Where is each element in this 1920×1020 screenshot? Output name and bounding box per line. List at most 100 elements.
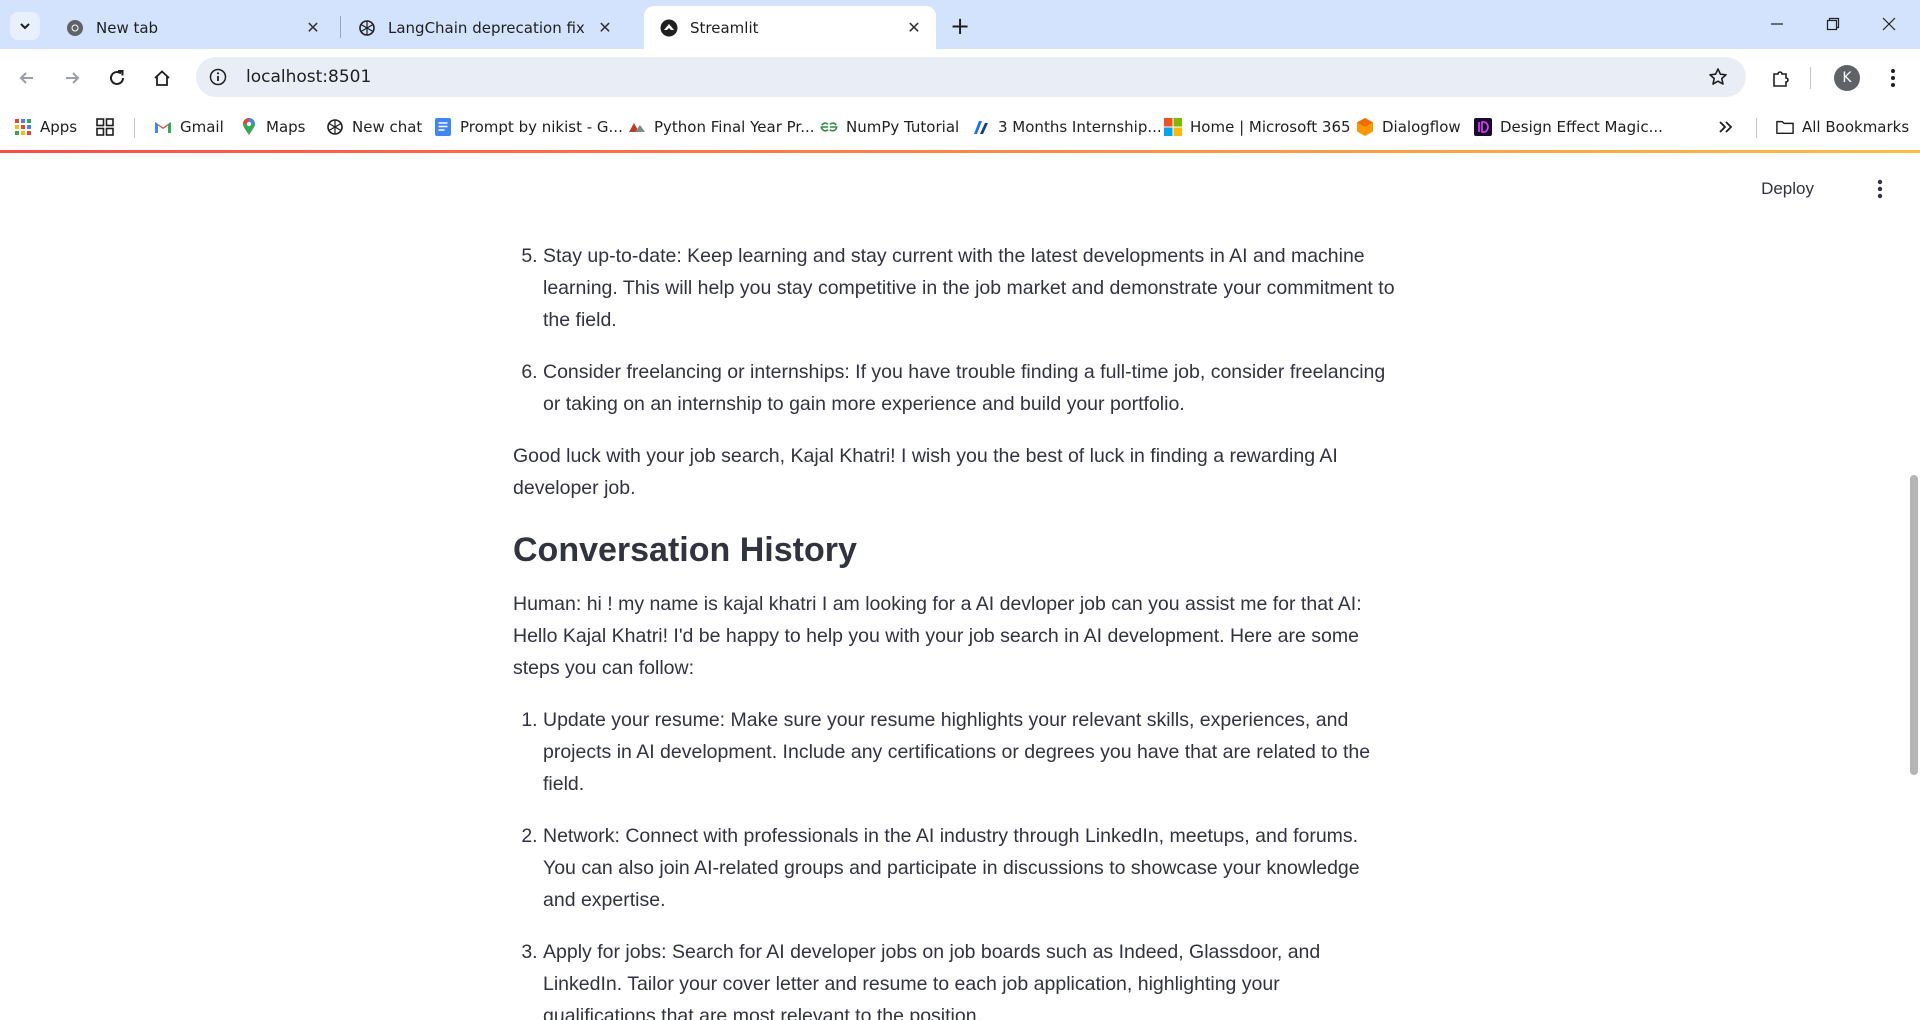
tab-label: New tab (96, 18, 159, 37)
python-project-icon (628, 118, 646, 136)
chevron-down-icon (20, 23, 30, 30)
bookmark-apps[interactable]: Apps (14, 114, 77, 140)
openai-icon (326, 118, 344, 136)
tab-strip: New tab ✕ LangChain deprecation fix ✕ St… (0, 0, 1920, 49)
toolbar-divider (1810, 67, 1811, 89)
bookmark-label: Maps (266, 118, 306, 136)
browser-menu-button[interactable] (1876, 61, 1910, 95)
bookmark-dialogflow[interactable]: Dialogflow (1356, 114, 1461, 140)
close-icon[interactable]: ✕ (593, 16, 617, 40)
close-icon[interactable]: ✕ (902, 16, 926, 40)
tab-langchain[interactable]: LangChain deprecation fix ✕ (342, 6, 627, 49)
tab-label: Streamlit (690, 18, 759, 37)
home-button[interactable] (145, 61, 179, 95)
internship-icon (972, 118, 990, 136)
tab-search-button[interactable] (10, 12, 40, 40)
bookmark-numpy-tutorial[interactable]: NumPy Tutorial (820, 114, 959, 140)
bookmark-label: Python Final Year Pr... (654, 118, 815, 136)
list-item: Apply for jobs: Search for AI developer … (543, 936, 1395, 1020)
bookmark-maps[interactable]: Maps (240, 114, 305, 140)
bookmark-star-icon[interactable] (1706, 65, 1730, 89)
conversation-history-heading: Conversation History (513, 531, 857, 569)
closing-paragraph: Good luck with your job search, Kajal Kh… (513, 445, 1338, 499)
bookmarks-bar: Apps Gmail Maps New chat Prompt by nikis… (0, 106, 1920, 148)
bookmark-label: 3 Months Internship... (998, 118, 1162, 136)
close-icon[interactable]: ✕ (301, 16, 325, 40)
kebab-menu-icon (1891, 69, 1895, 87)
bookmark-separator (1756, 118, 1757, 138)
gmail-icon (154, 118, 172, 136)
restore-icon (1826, 17, 1840, 31)
apps-grid-icon (14, 118, 32, 136)
design-effect-icon (1474, 118, 1492, 136)
tab-new-tab[interactable]: New tab ✕ (50, 6, 335, 49)
microsoft-icon (1164, 118, 1182, 136)
tab-streamlit[interactable]: Streamlit ✕ (644, 6, 936, 49)
bookmark-label: All Bookmarks (1802, 118, 1910, 136)
minimize-icon (1771, 23, 1783, 25)
response-steps-list: Stay up-to-date: Keep learning and stay … (513, 240, 1395, 420)
bookmark-separator (134, 118, 135, 138)
bookmark-design-effect[interactable]: Design Effect Magic... (1474, 114, 1663, 140)
bookmark-tab-groups[interactable] (96, 114, 122, 140)
puzzle-icon (1773, 71, 1789, 87)
all-bookmarks-button[interactable]: All Bookmarks (1776, 114, 1909, 140)
home-icon (154, 70, 170, 86)
page-scrollbar[interactable] (1910, 475, 1918, 775)
arrow-left-icon (19, 72, 33, 84)
restore-button[interactable] (1810, 8, 1856, 40)
tab-groups-icon (96, 118, 114, 136)
maps-icon (240, 118, 258, 136)
plus-icon: + (949, 12, 971, 40)
window-close-button[interactable] (1866, 8, 1912, 40)
bookmark-label: Home | Microsoft 365 (1190, 118, 1351, 136)
bookmark-label: Gmail (180, 118, 224, 136)
list-item: Stay up-to-date: Keep learning and stay … (543, 240, 1395, 336)
bookmark-gmail[interactable]: Gmail (154, 114, 224, 140)
bookmark-python-project[interactable]: Python Final Year Pr... (628, 114, 815, 140)
extensions-button[interactable] (1764, 61, 1798, 95)
geeksforgeeks-icon (820, 118, 838, 136)
site-info-icon[interactable] (206, 65, 230, 89)
forward-button[interactable] (55, 61, 89, 95)
bookmark-label: NumPy Tutorial (846, 118, 960, 136)
folder-icon (1776, 118, 1794, 136)
reload-icon (110, 70, 124, 85)
deploy-button[interactable]: Deploy (1761, 179, 1814, 199)
arrow-right-icon (66, 72, 80, 84)
chrome-icon (66, 19, 84, 37)
profile-button[interactable]: K (1830, 61, 1864, 95)
dialogflow-icon (1356, 118, 1374, 136)
kebab-menu-icon (1877, 179, 1883, 199)
list-item: Update your resume: Make sure your resum… (543, 704, 1395, 800)
new-tab-button[interactable]: + (946, 12, 974, 40)
bookmark-label: New chat (352, 118, 423, 136)
history-steps-list: Update your resume: Make sure your resum… (513, 704, 1395, 1020)
list-item: Network: Connect with professionals in t… (543, 820, 1395, 916)
openai-icon (358, 19, 376, 37)
list-item: Consider freelancing or internships: If … (543, 356, 1395, 420)
url-text: localhost:8501 (246, 67, 372, 87)
bookmark-internship[interactable]: 3 Months Internship... (972, 114, 1162, 140)
docs-icon (434, 118, 452, 136)
app-menu-button[interactable] (1870, 177, 1890, 201)
bookmark-label: Dialogflow (1382, 118, 1461, 136)
bookmarks-overflow-button[interactable] (1718, 114, 1734, 140)
browser-toolbar: localhost:8501 K (0, 49, 1920, 106)
bookmark-microsoft-365[interactable]: Home | Microsoft 365 (1164, 114, 1351, 140)
bookmark-label: Design Effect Magic... (1500, 118, 1663, 136)
reload-button[interactable] (100, 61, 134, 95)
bookmark-new-chat[interactable]: New chat (326, 114, 422, 140)
address-bar[interactable]: localhost:8501 (196, 57, 1746, 97)
double-chevron-right-icon (1719, 121, 1733, 133)
main-content: Stay up-to-date: Keep learning and stay … (513, 153, 1395, 1020)
bookmark-prompt[interactable]: Prompt by nikist - G... (434, 114, 623, 140)
back-button[interactable] (10, 61, 44, 95)
minimize-button[interactable] (1754, 8, 1800, 40)
history-intro-paragraph: Human: hi ! my name is kajal khatri I am… (513, 593, 1362, 679)
tab-label: LangChain deprecation fix (388, 18, 585, 37)
close-icon (1882, 17, 1896, 31)
bookmark-label: Prompt by nikist - G... (460, 118, 623, 136)
streamlit-icon (660, 19, 678, 37)
tab-separator (340, 16, 341, 38)
